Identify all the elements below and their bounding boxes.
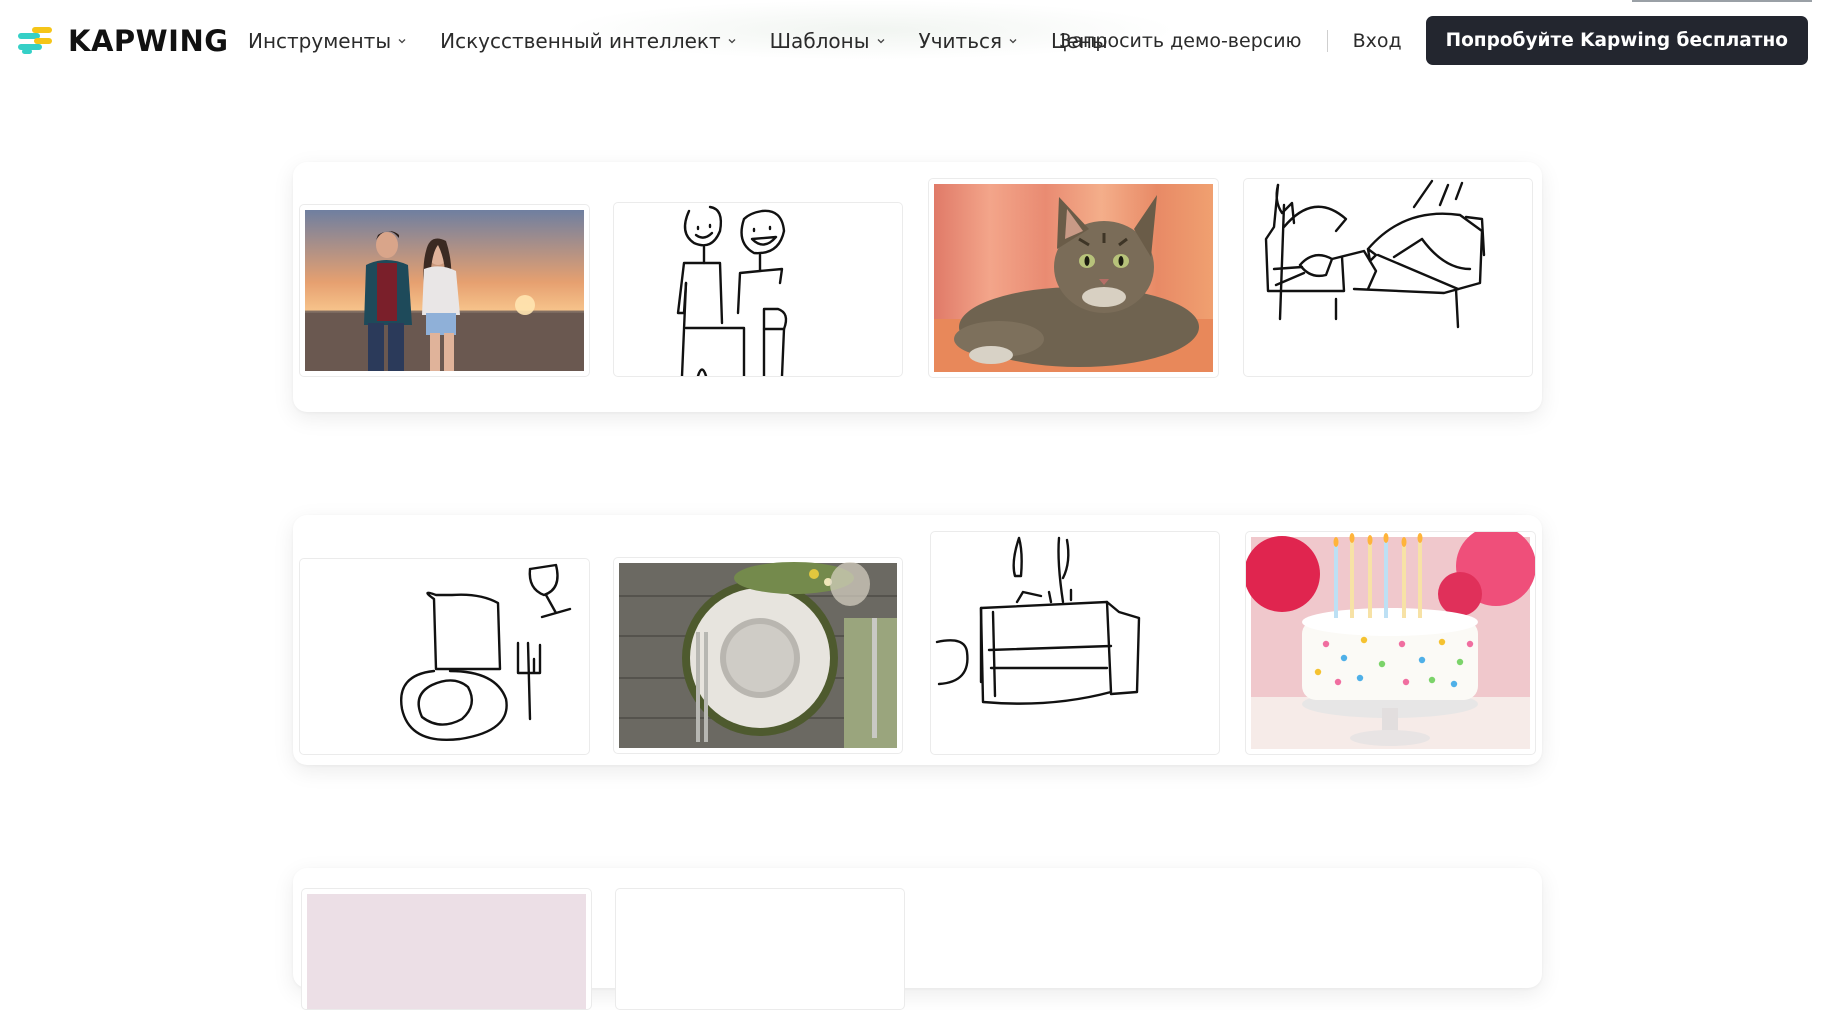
nav-item-label: Искусственный интеллект	[440, 29, 721, 53]
tabby-cat-image	[934, 184, 1213, 372]
gallery-tile-couple-photo[interactable]	[299, 204, 590, 377]
gallery-tile-table-setting-photo[interactable]	[613, 557, 903, 754]
browser-edge-line	[1632, 0, 1812, 2]
nav-item-learn[interactable]: Учиться	[919, 29, 1017, 53]
gallery-card-3	[293, 868, 1542, 1010]
gallery-tile-couple-sketch[interactable]	[613, 202, 903, 377]
chevron-down-icon	[728, 39, 736, 44]
nav-item-label: Инструменты	[248, 29, 392, 53]
gallery-tile-cake-photo[interactable]	[1245, 531, 1536, 755]
top-navigation-bar: KAPWING Инструменты Искусственный интелл…	[0, 0, 1826, 82]
nav-item-templates[interactable]: Шаблоны	[770, 29, 885, 53]
chevron-down-icon	[1009, 39, 1017, 44]
nav-item-label: Шаблоны	[769, 29, 870, 53]
birthday-cake-image	[1246, 532, 1535, 749]
login-link[interactable]: Вход	[1353, 30, 1402, 52]
logo-wordmark: KAPWING	[68, 24, 229, 58]
gallery-tile-cake-sketch[interactable]	[930, 531, 1220, 755]
gallery-card-1	[293, 162, 1542, 412]
birthday-cake-sketch-image	[935, 536, 1141, 705]
main-nav: Инструменты Искусственный интеллект Шабл…	[248, 26, 1142, 56]
gallery-card-2	[293, 515, 1542, 765]
partial-photo-image	[307, 894, 586, 1009]
kapwing-logo-icon	[18, 27, 52, 54]
gallery-tile-cat-photo[interactable]	[928, 178, 1219, 378]
chevron-down-icon	[398, 39, 406, 44]
kapwing-logo[interactable]: KAPWING	[18, 24, 229, 58]
gallery-tile-partial-drawing[interactable]	[615, 888, 905, 1010]
couple-sketch-image	[676, 205, 788, 376]
table-setting-sketch-image	[400, 563, 572, 742]
request-demo-link[interactable]: Запросить демо-версию	[1059, 30, 1301, 52]
header-divider	[1326, 29, 1328, 52]
nav-item-ai[interactable]: Искусственный интеллект	[440, 29, 736, 53]
table-setting-image	[619, 562, 897, 748]
gallery-tile-partial-photo[interactable]	[301, 888, 592, 1010]
nav-item-tools[interactable]: Инструменты	[248, 29, 406, 53]
try-free-button[interactable]: Попробуйте Kapwing бесплатно	[1425, 16, 1808, 65]
chevron-down-icon	[877, 39, 885, 44]
gallery-tile-cat-sketch[interactable]	[1243, 178, 1533, 377]
cat-sketch-image	[1264, 179, 1486, 329]
gallery-tile-table-setting-sketch[interactable]	[299, 558, 590, 755]
header-actions: Запросить демо-версию Вход Попробуйте Ka…	[1059, 16, 1808, 65]
couple-on-beach-image	[305, 210, 584, 371]
nav-item-label: Учиться	[918, 29, 1003, 53]
